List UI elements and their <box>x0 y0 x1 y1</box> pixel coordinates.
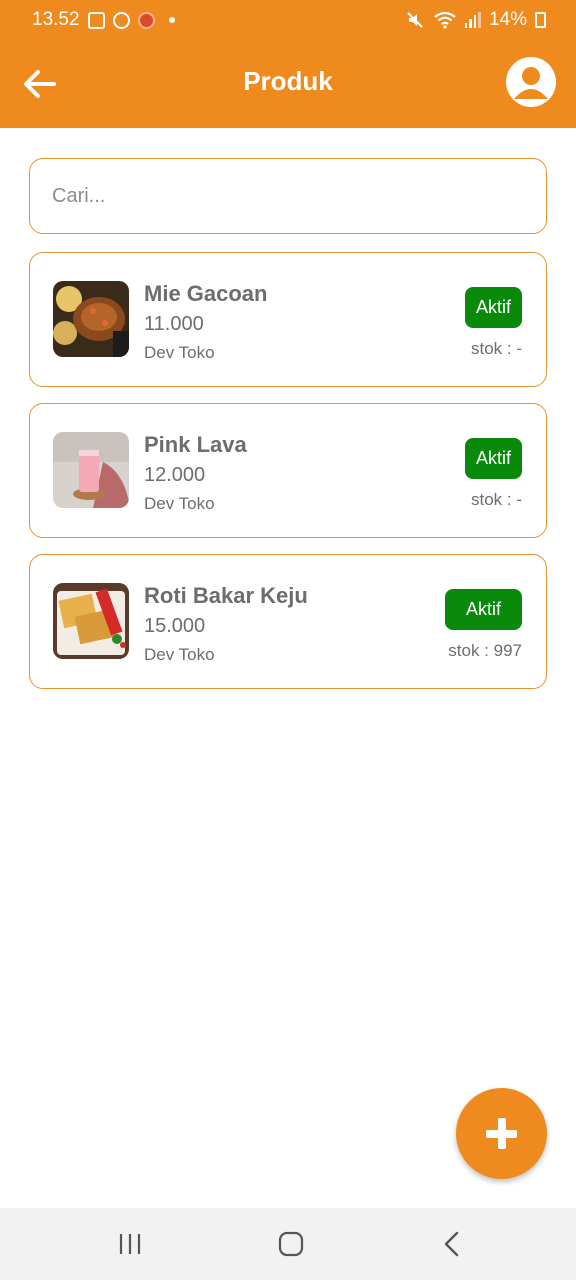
home-icon[interactable] <box>276 1229 306 1259</box>
status-badge: Aktif <box>464 287 522 328</box>
product-card-mie-gacoan[interactable]: Mie Gacoan 11.000 Dev Toko Aktif stok : … <box>29 252 547 387</box>
status-time: 13.52 <box>32 9 80 30</box>
product-stock: stok : - <box>470 339 522 358</box>
mute-icon <box>407 12 423 28</box>
page-title: Produk <box>243 66 333 96</box>
product-price: 11.000 <box>144 313 204 335</box>
account-circle-icon <box>514 67 548 99</box>
recent-apps-icon[interactable] <box>115 1229 145 1259</box>
more-notifications-dot <box>168 17 175 23</box>
battery-percent: 14% <box>488 9 527 30</box>
product-shop: Dev Toko <box>144 494 215 513</box>
whatsapp-icon <box>112 11 130 29</box>
product-image <box>53 432 129 508</box>
product-name: Pink Lava <box>144 432 247 457</box>
profile-button[interactable] <box>506 57 556 107</box>
battery-icon <box>535 12 546 28</box>
system-nav-bar <box>0 1208 576 1280</box>
search-input[interactable] <box>29 158 547 234</box>
status-bar-right: 14% <box>405 9 546 31</box>
product-shop: Dev Toko <box>144 645 215 664</box>
wifi-icon <box>434 11 456 29</box>
product-image <box>53 583 129 659</box>
status-badge: Aktif <box>444 589 522 630</box>
product-stock: stok : - <box>470 490 522 509</box>
product-card-roti-bakar-keju[interactable]: Roti Bakar Keju 15.000 Dev Toko Aktif st… <box>29 554 547 689</box>
product-price: 15.000 <box>144 615 206 637</box>
app-notification-icon <box>137 11 155 29</box>
status-badge: Aktif <box>464 438 522 479</box>
signal-icon <box>464 12 481 28</box>
product-name: Roti Bakar Keju <box>144 583 308 608</box>
product-image <box>53 281 129 357</box>
product-shop: Dev Toko <box>144 343 215 362</box>
status-bar: 13.52 14% <box>0 0 576 40</box>
product-stock: stok : 997 <box>448 641 522 660</box>
status-bar-left: 13.52 <box>32 9 175 31</box>
add-product-button[interactable] <box>456 1088 547 1179</box>
product-price: 12.000 <box>144 464 206 486</box>
gallery-icon <box>87 11 105 29</box>
product-name: Mie Gacoan <box>144 281 268 306</box>
app-bar: Produk <box>0 40 576 128</box>
back-nav-icon[interactable] <box>437 1229 467 1259</box>
product-card-pink-lava[interactable]: Pink Lava 12.000 Dev Toko Aktif stok : - <box>29 403 547 538</box>
